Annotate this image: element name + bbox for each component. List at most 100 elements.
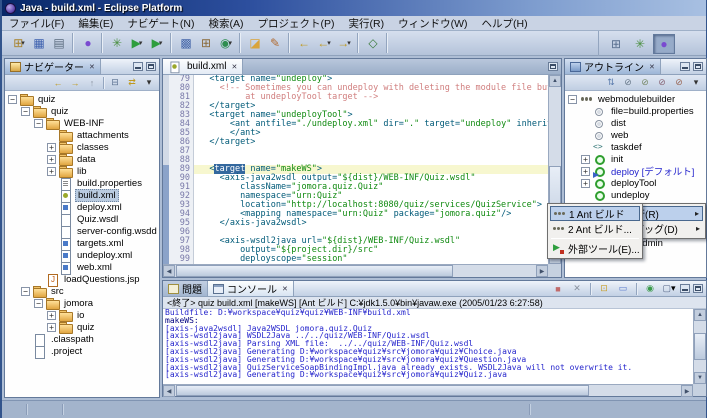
menu-検索[interactable]: 検索(A) <box>202 16 251 30</box>
sort-button[interactable]: ⇅ <box>603 76 619 90</box>
collapse-icon[interactable]: − <box>21 287 30 296</box>
tree-item-web[interactable]: web <box>565 129 706 141</box>
tree-item-build.properties[interactable]: build.properties <box>5 177 159 189</box>
tree-item-targets.xml[interactable]: targets.xml <box>5 237 159 249</box>
scroll-left-icon[interactable]: ◀ <box>163 385 175 397</box>
dropdown-arrow-icon[interactable]: ▾ <box>347 39 351 47</box>
tree-item-file=build.properties[interactable]: file=build.properties <box>565 105 706 117</box>
expand-icon[interactable]: + <box>581 179 590 188</box>
new-class-button[interactable]: ◉▾ <box>216 34 236 53</box>
expand-icon[interactable]: + <box>47 311 56 320</box>
back-button[interactable]: ←▾ <box>314 34 334 53</box>
collapse-icon[interactable]: − <box>568 95 577 104</box>
tree-item-taskdef[interactable]: taskdef <box>565 141 706 153</box>
editor-horizontal-scrollbar[interactable]: ◀ ▶ <box>163 264 548 277</box>
hide-internal-button[interactable]: ⊘ <box>654 76 670 90</box>
console-tab[interactable]: コンソール <box>208 281 294 296</box>
maximize-button[interactable] <box>693 284 703 293</box>
view-menu-button[interactable]: ▾ <box>141 76 157 90</box>
print-button[interactable]: ▤ <box>49 34 69 53</box>
tree-item-deploy.xml[interactable]: deploy.xml <box>5 201 159 213</box>
tree-item-src[interactable]: −src <box>5 285 159 297</box>
tree-item-quiz[interactable]: +quiz <box>5 321 159 333</box>
tree-item-undeploy.xml[interactable]: undeploy.xml <box>5 249 159 261</box>
hide-imported-button[interactable]: ⊘ <box>637 76 653 90</box>
menu-ナビゲート[interactable]: ナビゲート(N) <box>120 16 201 30</box>
menu-プロジェクト[interactable]: プロジェクト(P) <box>251 16 342 30</box>
navigator-tab[interactable]: ナビゲーター <box>5 59 101 74</box>
close-icon[interactable] <box>647 61 655 72</box>
dropdown-arrow-icon[interactable]: ▾ <box>139 39 143 47</box>
expand-icon[interactable]: + <box>47 143 56 152</box>
scroll-lock-button[interactable]: ⊡ <box>596 282 612 296</box>
back-button[interactable]: ← <box>50 76 66 90</box>
scroll-up-icon[interactable]: ▲ <box>549 75 561 87</box>
new-java-project-button[interactable]: ▩ <box>176 34 196 53</box>
tree-item-web.xml[interactable]: web.xml <box>5 261 159 273</box>
outline-tab[interactable]: アウトライン <box>565 59 661 74</box>
console-output[interactable]: Buildfile: D:¥workspace¥quiz¥quiz¥WEB-IN… <box>163 309 693 384</box>
scroll-right-icon[interactable]: ▶ <box>681 385 693 397</box>
close-icon[interactable] <box>229 61 237 72</box>
scrollbar-thumb[interactable] <box>176 265 453 277</box>
dropdown-arrow-icon[interactable]: ▾ <box>671 283 676 294</box>
menu-item-2 Ant ビルド...[interactable]: 2 Ant ビルド... <box>550 221 640 236</box>
collapse-all-button[interactable]: ⊟ <box>107 76 123 90</box>
code-editor[interactable]: 79 <target name="undeploy">80 <!-- Somet… <box>163 75 548 264</box>
terminate-button[interactable]: ■ <box>550 282 566 296</box>
debug-perspective-button[interactable]: ✳ <box>629 34 651 54</box>
tree-item-data[interactable]: +data <box>5 153 159 165</box>
last-edit-location-button[interactable]: ← <box>294 34 314 53</box>
display-console-button[interactable]: ▢▾ <box>661 282 677 296</box>
tree-item-io[interactable]: +io <box>5 309 159 321</box>
collapse-icon[interactable]: − <box>34 119 43 128</box>
pin-console-button[interactable]: ◉ <box>642 282 658 296</box>
tree-item-.project[interactable]: .project <box>5 345 159 357</box>
scroll-up-icon[interactable]: ▲ <box>694 309 706 321</box>
forward-button[interactable]: →▾ <box>334 34 354 53</box>
scroll-down-icon[interactable]: ▼ <box>694 372 706 384</box>
dropdown-arrow-icon[interactable]: ▾ <box>228 39 232 47</box>
minimize-button[interactable] <box>680 284 690 293</box>
tree-item-WEB-INF[interactable]: −WEB-INF <box>5 117 159 129</box>
scrollbar-thumb[interactable] <box>176 385 589 396</box>
java-orb-button[interactable]: ● <box>78 34 98 53</box>
dropdown-arrow-icon[interactable]: ▾ <box>327 39 331 47</box>
run-button[interactable]: ▶▾ <box>127 34 147 53</box>
editor-tab-buildxml[interactable]: build.xml <box>163 59 243 74</box>
menu-ウィンドウ[interactable]: ウィンドウ(W) <box>391 16 474 30</box>
hide-properties-button[interactable]: ⊘ <box>620 76 636 90</box>
collapse-icon[interactable]: − <box>34 299 43 308</box>
collapse-icon[interactable]: − <box>8 95 17 104</box>
minimize-button[interactable] <box>680 62 690 71</box>
tree-item-.classpath[interactable]: .classpath <box>5 333 159 345</box>
expand-icon[interactable]: + <box>581 155 590 164</box>
open-perspective-button[interactable]: ⊞ <box>605 34 627 54</box>
dropdown-arrow-icon[interactable]: ▾ <box>21 39 25 47</box>
scroll-right-icon[interactable]: ▶ <box>536 265 548 277</box>
external-tools-button[interactable]: ▶▾ <box>147 34 167 53</box>
expand-icon[interactable]: + <box>47 155 56 164</box>
tree-item-quiz[interactable]: −quiz <box>5 105 159 117</box>
menu-実行[interactable]: 実行(R) <box>342 16 392 30</box>
expand-icon[interactable]: + <box>47 323 56 332</box>
console-vertical-scrollbar[interactable]: ▲ ▼ <box>693 309 706 384</box>
dropdown-arrow-icon[interactable]: ▾ <box>159 39 163 47</box>
paintbrush-button[interactable]: ✎ <box>265 34 285 53</box>
maximize-button[interactable] <box>548 62 558 71</box>
problems-tab[interactable]: 問題 <box>163 281 208 296</box>
tree-item-lib[interactable]: +lib <box>5 165 159 177</box>
menu-item-外部ツール(E)...[interactable]: 外部ツール(E)... <box>550 241 640 256</box>
scroll-left-icon[interactable]: ◀ <box>163 265 175 277</box>
menu-ヘルプ[interactable]: ヘルプ(H) <box>474 16 534 30</box>
scrollbar-thumb[interactable] <box>694 333 706 360</box>
maximize-button[interactable] <box>693 62 703 71</box>
close-icon[interactable] <box>280 283 288 294</box>
console-horizontal-scrollbar[interactable]: ◀ ▶ <box>163 384 693 396</box>
hide-tasks-button[interactable]: ⊘ <box>671 76 687 90</box>
tree-item-undeploy[interactable]: undeploy <box>565 189 706 201</box>
clear-console-button[interactable]: ▭ <box>615 282 631 296</box>
tree-item-Quiz.wsdl[interactable]: Quiz.wsdl <box>5 213 159 225</box>
forward-button[interactable]: → <box>67 76 83 90</box>
debug-button[interactable]: ✳ <box>107 34 127 53</box>
